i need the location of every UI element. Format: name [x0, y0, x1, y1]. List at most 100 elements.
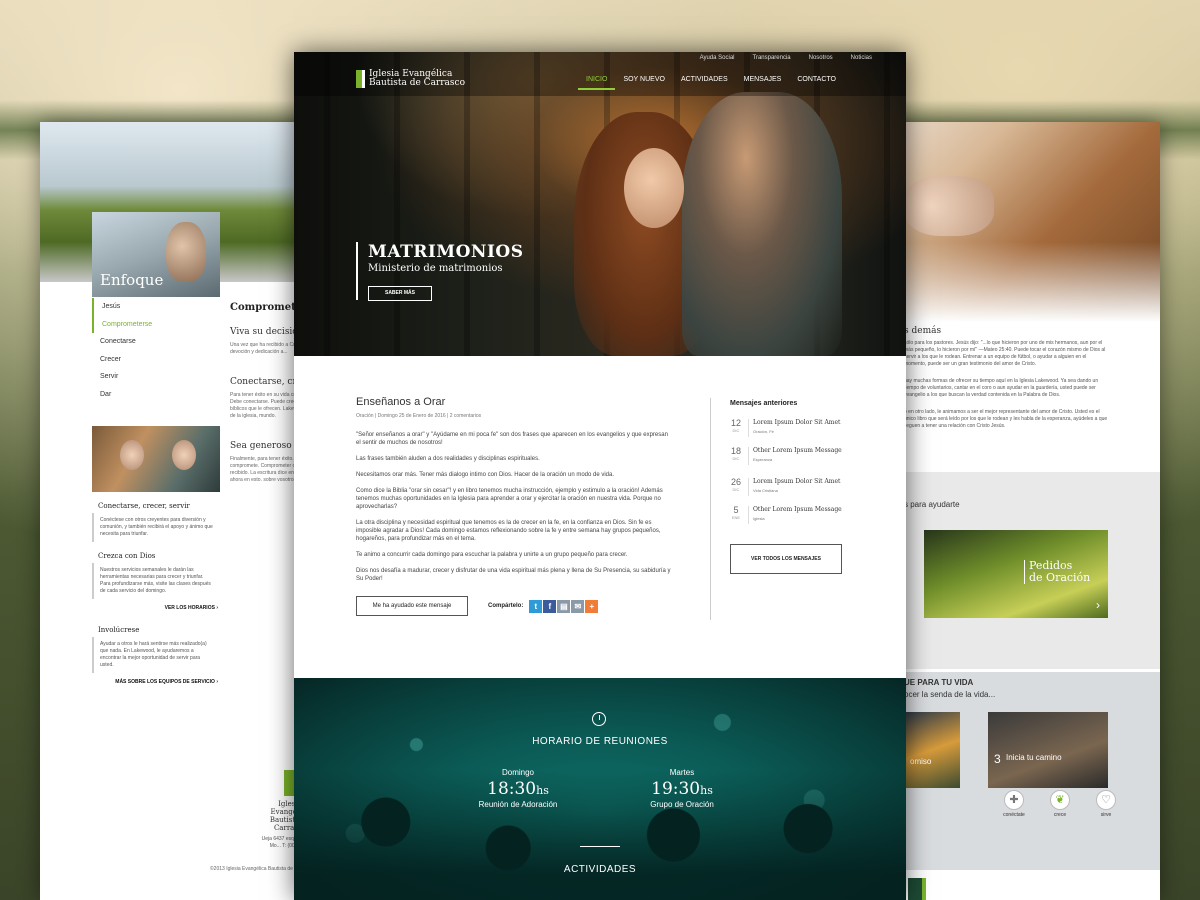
schedule-title: HORARIO DE REUNIONES: [532, 736, 668, 747]
message-day: 5: [733, 505, 739, 515]
start-path-tile[interactable]: 3 Inicia tu camino: [988, 712, 1108, 788]
share-label: Compártelo:: [488, 603, 524, 609]
article-meta: Oración | Domingo 25 de Enero de 2016 | …: [356, 413, 482, 419]
logo-text: Iglesia Evangélica Bautista de Carrasco: [369, 70, 465, 88]
couple-photo: [682, 92, 842, 356]
paragraph: o en otro lado, le animamos a ser el mej…: [904, 409, 1108, 429]
message-title: Lorem Ipsum Dolor Sit Amet: [753, 478, 841, 485]
path-subheading: ocer la senda de la vida...: [904, 690, 996, 699]
message-date: 26 DIC: [730, 478, 742, 496]
article-paragraph: Las frases también aluden a dos realidad…: [356, 456, 540, 462]
link-label: MÁS SOBRE LOS EQUIPOS DE SERVICIO: [115, 679, 215, 685]
friends-photo: [92, 426, 220, 492]
path-section: UE PARA TU VIDA ocer la senda de la vida…: [904, 672, 1160, 900]
sidebar-item-dar[interactable]: Dar: [92, 386, 220, 404]
sidebar-title: Mensajes anteriores: [730, 400, 798, 407]
message-info: Lorem Ipsum Dolor Sit Amet Oración, Fé: [748, 419, 840, 437]
puzzle-icon: ✚: [1004, 790, 1024, 810]
tile-label: omiso: [910, 757, 932, 766]
serve-item[interactable]: ♡ sirve: [1092, 790, 1120, 818]
prayer-requests-card[interactable]: Pedidos de Oración ›: [924, 530, 1108, 618]
sidebar-item-servir[interactable]: Servir: [92, 368, 220, 386]
hero-subtitle: Ministerio de matrimonios: [368, 263, 503, 274]
slot-day: Domingo: [501, 768, 534, 777]
message-date: 12 DIC: [730, 419, 742, 437]
activities-title: ACTIVIDADES: [563, 864, 637, 875]
info-block: Conectarse, crecer, servir Conéctese con…: [92, 502, 220, 542]
twitter-icon[interactable]: t: [529, 599, 543, 613]
icon-label: crece: [1053, 812, 1067, 818]
top-link-noticias[interactable]: Noticias: [851, 55, 872, 61]
slot-time-suffix: hs: [536, 784, 549, 797]
schedule-slot: Domingo 18:30hs Reunión de Adoración: [448, 768, 588, 809]
message-item[interactable]: 5 ENE Other Lorem Ipsum Message Iglesia: [730, 506, 850, 524]
article: Enseñanos a Orar Oración | Domingo 25 de…: [356, 396, 672, 583]
message-category: Oración, Fé: [753, 429, 774, 434]
card-title: Pedidos de Oración: [1024, 560, 1090, 584]
info-block: Crezca con Dios Nuestros servicios seman…: [92, 552, 220, 611]
nav-mensajes[interactable]: MENSAJES: [736, 76, 790, 90]
view-all-messages-button[interactable]: VER TODOS LOS MENSAJES: [730, 544, 842, 574]
article-paragraph: "Señor enseñanos a orar" y "Ayúdame en m…: [356, 432, 668, 446]
message-date: 18 DIC: [730, 447, 742, 465]
card-title-line: de Oración: [1029, 571, 1091, 584]
schedule-slot: Martes 19:30hs Grupo de Oración: [612, 768, 752, 809]
top-link-nosotros[interactable]: Nosotros: [809, 55, 833, 61]
paragraph: hay muchas formas de ofrecer su tiempo a…: [904, 378, 1099, 398]
message-item[interactable]: 26 DIC Lorem Ipsum Dolor Sit Amet Vida Cri…: [730, 478, 850, 496]
message-info: Other Lorem Ipsum Message Esperanza: [748, 447, 842, 465]
hands-photo: [904, 176, 994, 236]
helped-button[interactable]: Me ha ayudado este mensaje: [356, 596, 468, 616]
learn-more-button[interactable]: SABER MÁS: [368, 286, 432, 301]
block-title: Involúcrese: [98, 626, 140, 634]
sidebar-menu: Jesús Comprometerse Conectarse Crecer Se…: [92, 298, 220, 403]
nav-contacto[interactable]: CONTACTO: [789, 76, 844, 90]
help-label: s para ayudarte: [904, 500, 960, 509]
slot-time-value: 18:30: [487, 779, 537, 799]
message-month: DIC: [732, 428, 740, 433]
article-actions: Me ha ayudado este mensaje Compártelo: t…: [356, 596, 599, 616]
block-text: Conéctese con otros creyentes para diver…: [92, 513, 220, 542]
plus-icon[interactable]: +: [585, 599, 599, 613]
message-title: Other Lorem Ipsum Message: [753, 506, 842, 513]
sidebar-item-jesus[interactable]: Jesús: [92, 298, 220, 316]
top-link-transparencia[interactable]: Transparencia: [753, 55, 791, 61]
chevron-right-icon: ›: [216, 679, 218, 685]
previous-messages: Mensajes anteriores 12 DIC Lorem Ipsum Do…: [730, 400, 850, 524]
nav-soy-nuevo[interactable]: SOY NUEVO: [615, 76, 673, 90]
path-tile[interactable]: omiso: [904, 712, 960, 788]
portrait-photo: [166, 222, 206, 282]
sidebar-title: Enfoque: [100, 271, 164, 289]
nav-actividades[interactable]: ACTIVIDADES: [673, 76, 736, 90]
top-link-ayuda-social[interactable]: Ayuda Social: [700, 55, 735, 61]
message-day: 18: [730, 446, 741, 456]
connect-item[interactable]: ✚ conéctate: [1000, 790, 1028, 818]
path-icons: ✚ conéctate ❦ crece ♡ sirve: [1000, 790, 1120, 818]
info-block: Involúcrese Ayudar a otros le hará senti…: [92, 626, 220, 685]
article-paragraph: Necesitamos orar más. Tener más dialogo …: [356, 472, 615, 478]
crowd-background: [294, 770, 906, 900]
chevron-right-icon: ›: [1096, 598, 1100, 612]
grow-item[interactable]: ❦ crece: [1046, 790, 1074, 818]
facebook-icon[interactable]: f: [543, 599, 557, 613]
message-item[interactable]: 18 DIC Other Lorem Ipsum Message Esperanza: [730, 447, 850, 465]
icon-label: conéctate: [1003, 812, 1025, 818]
slot-time-value: 19:30: [651, 779, 701, 799]
sidebar-item-comprometerse[interactable]: Comprometerse: [92, 315, 220, 333]
print-icon[interactable]: ▤: [557, 599, 571, 613]
block-title: Conectarse, crecer, servir: [98, 502, 190, 510]
church-logo-icon: [908, 878, 926, 900]
sidebar-item-conectarse[interactable]: Conectarse: [92, 333, 220, 351]
message-item[interactable]: 12 DIC Lorem Ipsum Dolor Sit Amet Oración,…: [730, 419, 850, 437]
right-footer: [904, 870, 1160, 900]
service-teams-link[interactable]: MÁS SOBRE LOS EQUIPOS DE SERVICIO ›: [92, 679, 220, 685]
article-title: Enseñanos a Orar: [356, 396, 446, 408]
site-logo[interactable]: Iglesia Evangélica Bautista de Carrasco: [356, 70, 465, 88]
sidebar-item-crecer[interactable]: Crecer: [92, 351, 220, 369]
view-schedule-link[interactable]: VER LOS HORARIOS ›: [92, 605, 220, 611]
nav-inicio[interactable]: INICIO: [578, 76, 616, 90]
email-icon[interactable]: ✉: [571, 599, 585, 613]
message-day: 26: [730, 477, 741, 487]
icon-label: sirve: [1100, 812, 1112, 818]
article-paragraph: Como dice la Biblia "orar sin cesar"! y …: [356, 488, 663, 510]
